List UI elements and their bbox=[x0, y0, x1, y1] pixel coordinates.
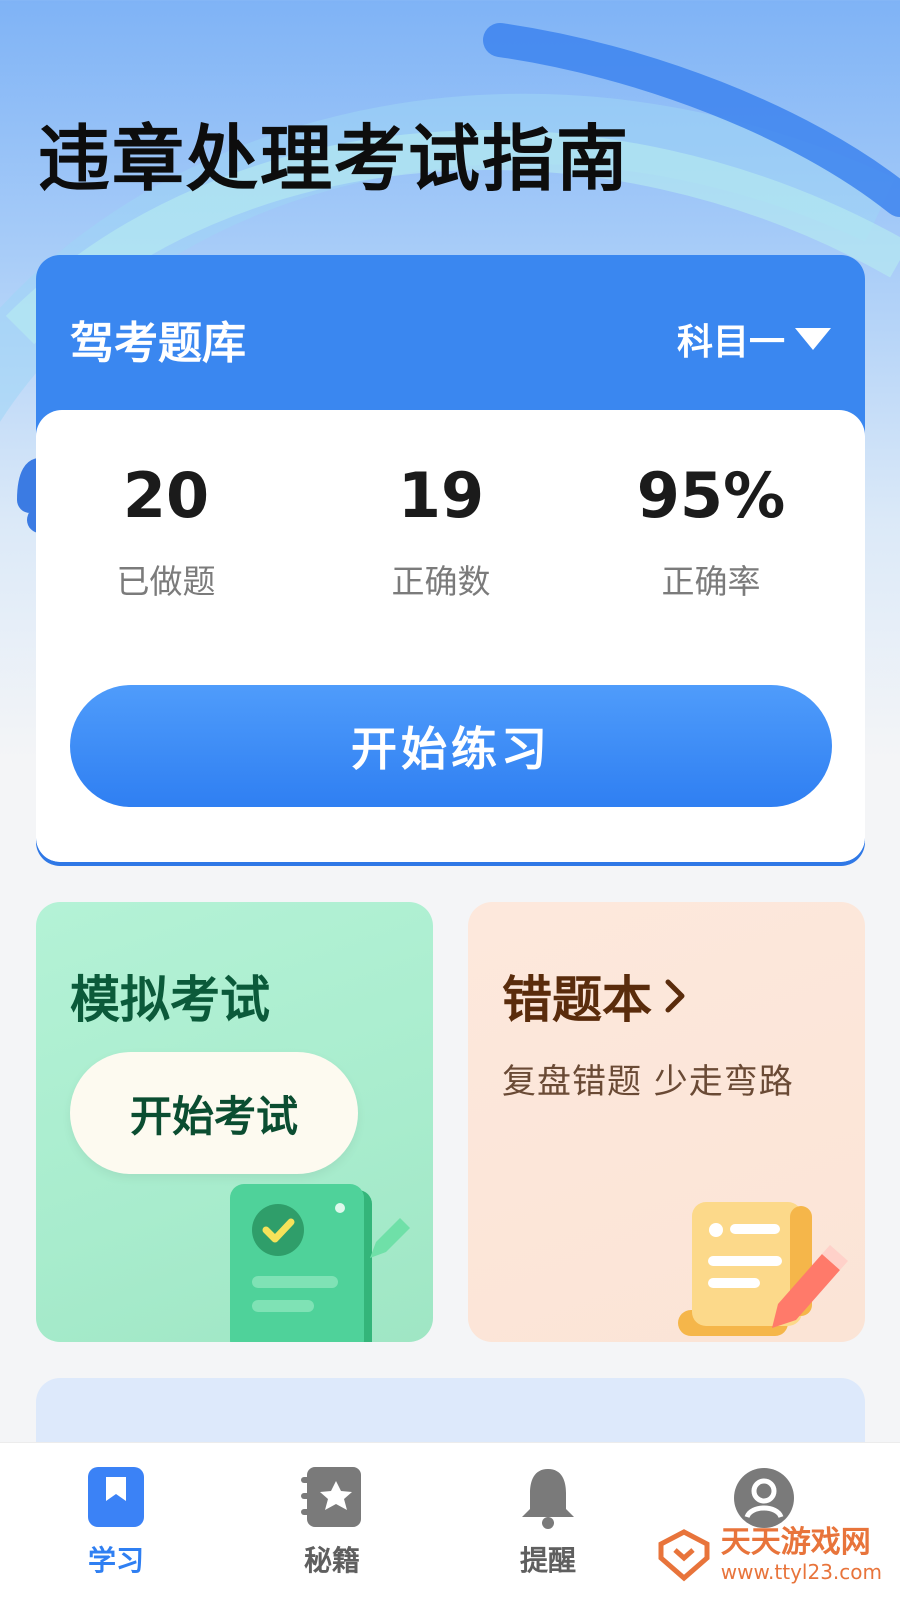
tab-study[interactable]: 学习 bbox=[36, 1465, 196, 1579]
bookmark-book-icon bbox=[88, 1467, 144, 1527]
tab-reminder-label: 提醒 bbox=[519, 1544, 576, 1577]
wrong-book-title: 错题本 bbox=[502, 960, 690, 1032]
stat-correct: 19 正确数 bbox=[321, 465, 561, 603]
mock-exam-card[interactable]: 模拟考试 开始考试 bbox=[36, 902, 433, 1342]
star-notebook-icon bbox=[301, 1467, 361, 1527]
stat-done-value: 20 bbox=[122, 459, 210, 532]
user-avatar-icon bbox=[734, 1468, 794, 1528]
subject-dropdown-label: 科目一 bbox=[676, 322, 785, 363]
stat-done-label: 已做题 bbox=[116, 562, 216, 601]
watermark-logo-icon bbox=[658, 1529, 710, 1582]
stat-rate-label: 正确率 bbox=[661, 562, 761, 601]
start-exam-button[interactable]: 开始考试 bbox=[70, 1052, 358, 1174]
tab-tips-label: 秘籍 bbox=[303, 1544, 360, 1577]
checked-notebook-icon bbox=[230, 1184, 410, 1342]
watermark-brand: 天天游戏网 bbox=[720, 1525, 871, 1560]
stat-correct-label: 正确数 bbox=[391, 562, 491, 601]
tab-tips[interactable]: 秘籍 bbox=[252, 1465, 412, 1579]
stat-rate: 95% 正确率 bbox=[591, 465, 831, 603]
start-practice-button[interactable]: 开始练习 bbox=[70, 685, 832, 807]
stat-correct-value: 19 bbox=[397, 459, 485, 532]
wrong-question-book-card[interactable]: 错题本 复盘错题 少走弯路 bbox=[468, 902, 865, 1342]
stat-rate-value: 95% bbox=[636, 459, 786, 532]
stats-panel: 20 已做题 19 正确数 95% 正确率 开始练习 bbox=[36, 410, 865, 862]
watermark: 天天游戏网 www.ttyl23.com bbox=[657, 1528, 882, 1582]
bell-icon bbox=[522, 1469, 574, 1529]
wrong-book-subtitle: 复盘错题 少走弯路 bbox=[502, 1062, 794, 1102]
tab-reminder[interactable]: 提醒 bbox=[468, 1465, 628, 1579]
mock-exam-title: 模拟考试 bbox=[70, 971, 270, 1029]
dropdown-triangle-icon bbox=[795, 328, 831, 350]
chevron-right-icon bbox=[665, 979, 685, 1013]
question-bank-card: 驾考题库 科目一 20 已做题 19 正确数 95% 正确率 开始练习 bbox=[36, 255, 865, 862]
watermark-url: www.ttyl23.com bbox=[720, 1560, 882, 1584]
wrong-book-title-text: 错题本 bbox=[502, 971, 652, 1029]
question-bank-title: 驾考题库 bbox=[70, 318, 246, 369]
tab-study-label: 学习 bbox=[87, 1544, 144, 1577]
scroll-pencil-icon bbox=[678, 1202, 848, 1336]
subject-dropdown[interactable]: 科目一 bbox=[677, 313, 831, 365]
page-title: 违章处理考试指南 bbox=[38, 117, 631, 201]
stat-done: 20 已做题 bbox=[46, 465, 286, 603]
